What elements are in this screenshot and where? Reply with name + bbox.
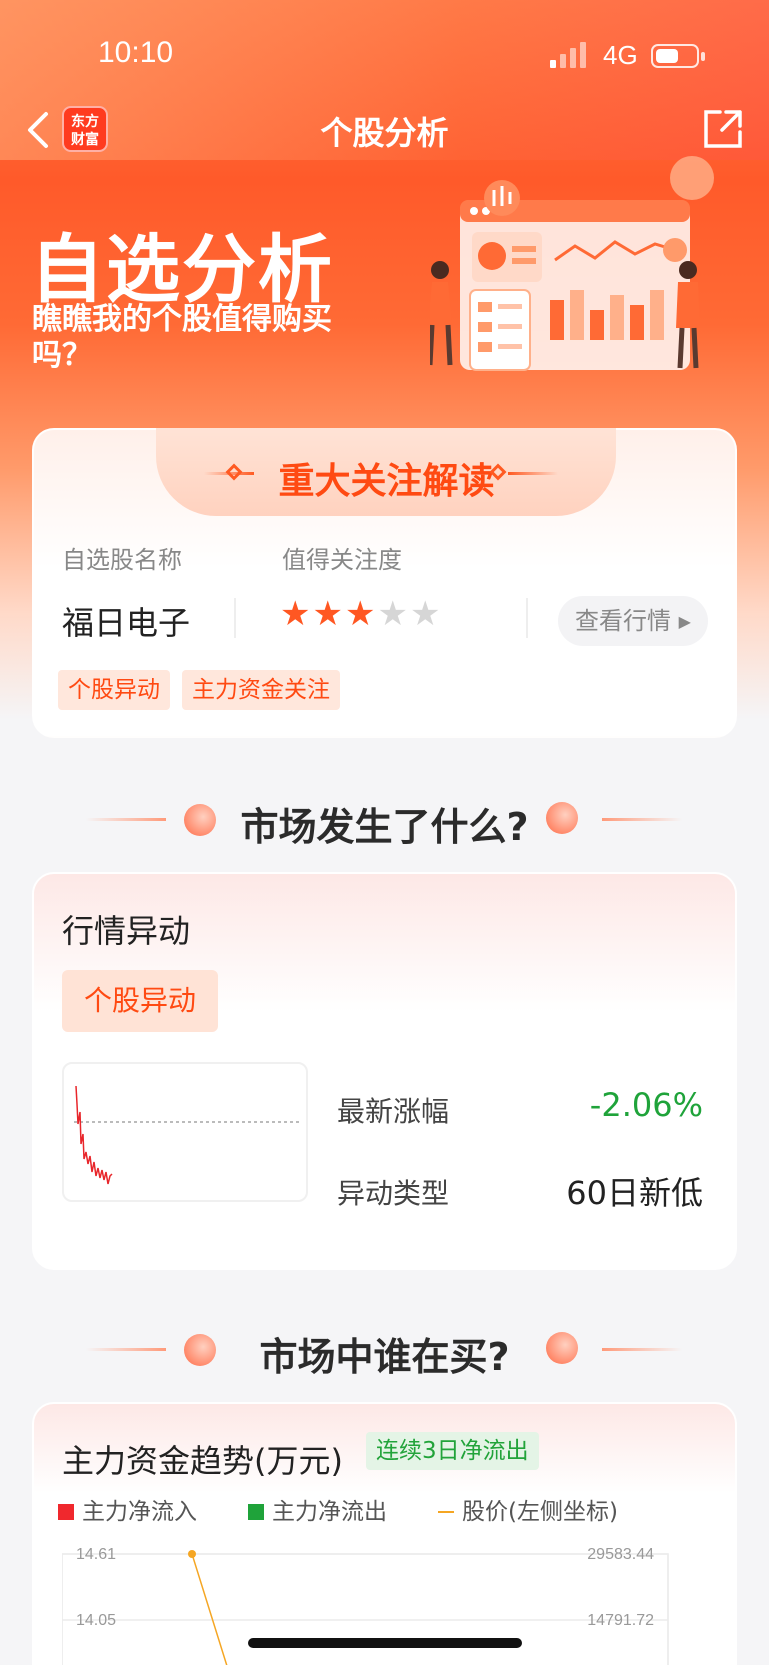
battery-icon bbox=[651, 44, 699, 68]
chart-frame bbox=[62, 1553, 669, 1665]
decor-line-right bbox=[508, 472, 558, 475]
intraday-mini-chart[interactable] bbox=[62, 1062, 308, 1202]
fund-trend-card: 主力资金趋势(万元) 连续3日净流出 主力净流入 主力净流出 股价(左侧坐标) … bbox=[32, 1402, 737, 1665]
legend-inflow-swatch bbox=[58, 1504, 74, 1520]
legend-outflow: 主力净流出 bbox=[248, 1492, 387, 1526]
decor-ball-right bbox=[546, 802, 578, 834]
share-icon[interactable] bbox=[700, 106, 746, 152]
page-title: 个股分析 bbox=[320, 114, 449, 152]
decor-line-right bbox=[602, 1348, 682, 1351]
star-empty-icon: ★ bbox=[409, 594, 443, 634]
divider bbox=[526, 598, 528, 638]
star-icon: ★ bbox=[312, 594, 345, 634]
left-axis-tick: 14.61 bbox=[76, 1546, 116, 1563]
left-axis-tick: 14.05 bbox=[76, 1612, 116, 1629]
view-quote-label: 查看行情 bbox=[575, 607, 672, 635]
home-indicator bbox=[248, 1638, 522, 1648]
star-icon: ★ bbox=[280, 594, 313, 634]
anomaly-pill[interactable]: 个股异动 bbox=[62, 970, 218, 1032]
right-axis-tick: 29583.44 bbox=[587, 1546, 654, 1563]
banner-illustration bbox=[430, 156, 714, 371]
section-header-what-happened: 市场发生了什么? bbox=[0, 790, 769, 850]
status-bar: 10:10 4G bbox=[0, 0, 769, 110]
price-line bbox=[191, 1553, 228, 1665]
anomaly-type-value: 60日新低 bbox=[566, 1174, 703, 1212]
decor-line-right bbox=[602, 818, 682, 821]
star-empty-icon: ★ bbox=[377, 594, 410, 634]
anomaly-card: 行情异动 个股异动 最新涨幅 -2.06% 异动类型 60日新低 bbox=[32, 872, 737, 1270]
signal-icon bbox=[550, 42, 586, 68]
decor-ball-right bbox=[546, 1332, 578, 1364]
focus-title: 重大关注解读 bbox=[278, 461, 495, 502]
attention-rating: ★★★★★ bbox=[280, 594, 442, 634]
legend-inflow: 主力净流入 bbox=[58, 1492, 197, 1526]
trend-badge: 连续3日净流出 bbox=[366, 1432, 539, 1470]
price-point bbox=[188, 1550, 196, 1558]
section-title: 市场中谁在买? bbox=[259, 1335, 510, 1379]
section-header-who-buys: 市场中谁在买? bbox=[0, 1320, 769, 1380]
attention-label: 值得关注度 bbox=[282, 546, 402, 574]
fund-trend-title: 主力资金趋势(万元) bbox=[62, 1442, 343, 1480]
battery-cap bbox=[701, 52, 705, 61]
stock-name-label: 自选股名称 bbox=[62, 546, 182, 574]
anomaly-title: 行情异动 bbox=[62, 912, 191, 950]
banner-subtitle: 瞧瞧我的个股值得购买吗？ bbox=[32, 302, 332, 373]
status-time: 10:10 bbox=[98, 36, 174, 69]
legend-price: 股价(左侧坐标) bbox=[438, 1492, 618, 1526]
legend-inflow-label: 主力净流入 bbox=[82, 1499, 197, 1525]
right-axis-tick: 14791.72 bbox=[587, 1612, 654, 1629]
divider bbox=[234, 598, 236, 638]
banner-title: 自选分析 bbox=[30, 227, 334, 313]
legend-outflow-label: 主力净流出 bbox=[272, 1499, 387, 1525]
tag-main-fund[interactable]: 主力资金关注 bbox=[182, 670, 340, 710]
legend-price-label: 股价(左侧坐标) bbox=[462, 1499, 618, 1525]
legend-price-swatch bbox=[438, 1511, 454, 1513]
tag-stock-anomaly[interactable]: 个股异动 bbox=[58, 670, 170, 710]
section-title: 市场发生了什么? bbox=[240, 805, 529, 849]
focus-card: 重大关注解读 自选股名称 值得关注度 福日电子 ★★★★★ 查看行情 ▶ 个股异… bbox=[32, 428, 737, 738]
mini-chart-svg bbox=[74, 1085, 300, 1185]
latest-change-label: 最新涨幅 bbox=[337, 1095, 450, 1128]
view-quote-button[interactable]: 查看行情 ▶ bbox=[558, 596, 708, 646]
anomaly-type-label: 异动类型 bbox=[337, 1177, 450, 1210]
caret-right-icon: ▶ bbox=[678, 612, 691, 631]
legend-outflow-swatch bbox=[248, 1504, 264, 1520]
stock-name: 福日电子 bbox=[62, 604, 191, 642]
network-type: 4G bbox=[603, 40, 638, 70]
latest-change-value: -2.06% bbox=[589, 1086, 703, 1124]
star-icon: ★ bbox=[344, 594, 378, 634]
